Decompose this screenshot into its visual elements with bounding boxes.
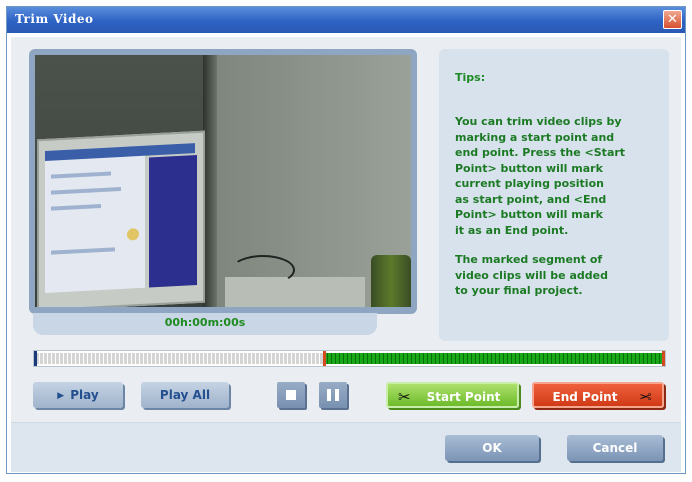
video-preview-frame — [29, 49, 417, 314]
title-bar[interactable]: Trim Video ✕ — [7, 7, 685, 33]
tips-paragraph-2: The marked segment of video clips will b… — [455, 253, 608, 297]
play-all-button[interactable]: Play All — [141, 382, 229, 408]
timeline-end-point-marker[interactable] — [662, 351, 665, 366]
pause-button[interactable] — [319, 382, 347, 408]
scissors-icon: ✂ — [398, 388, 411, 406]
timecode-display: 00h:00m:00s — [164, 316, 246, 329]
start-point-button[interactable]: ✂ Start Point — [386, 382, 519, 408]
video-preview — [35, 55, 411, 307]
timecode-panel: 00h:00m:00s — [33, 313, 377, 335]
timeline-start-handle[interactable] — [34, 351, 37, 366]
pause-icon — [335, 389, 339, 401]
ok-button-label: OK — [482, 441, 502, 455]
dialog-button-bar: OK Cancel — [11, 422, 681, 472]
video-scene-monitor — [37, 130, 205, 307]
play-button[interactable]: ▶ Play — [33, 382, 123, 408]
trim-timeline[interactable] — [33, 350, 666, 367]
trim-video-dialog: Trim Video ✕ 00h:00m:00s Tips: You can t… — [6, 6, 686, 474]
stop-button[interactable] — [277, 382, 305, 408]
start-point-label: Start Point — [426, 390, 501, 404]
close-icon: ✕ — [667, 12, 678, 27]
end-point-label: End Point — [552, 390, 618, 404]
scissors-icon: ✂ — [639, 388, 652, 406]
video-scene-screen-side — [149, 155, 197, 288]
end-point-button[interactable]: End Point ✂ — [532, 382, 664, 408]
play-all-button-label: Play All — [159, 388, 211, 402]
ok-button[interactable]: OK — [445, 435, 539, 461]
tips-title: Tips: — [455, 71, 486, 84]
video-scene-object — [371, 255, 411, 307]
video-scene-cable — [231, 255, 295, 285]
tips-panel: Tips: You can trim video clips by markin… — [439, 49, 669, 341]
close-button[interactable]: ✕ — [663, 10, 682, 29]
video-scene-screen — [45, 145, 145, 293]
video-scene-corner — [203, 55, 217, 307]
pause-icon — [327, 389, 331, 401]
cancel-button[interactable]: Cancel — [567, 435, 663, 461]
play-icon: ▶ — [57, 391, 65, 401]
timeline-selected-segment — [324, 353, 663, 364]
window-title: Trim Video — [15, 12, 94, 26]
timeline-start-point-marker[interactable] — [323, 351, 326, 366]
cancel-button-label: Cancel — [592, 441, 638, 455]
play-button-label: Play — [70, 388, 99, 402]
stop-icon — [286, 390, 296, 400]
dialog-content: 00h:00m:00s Tips: You can trim video cli… — [11, 37, 681, 472]
tips-paragraph-1: You can trim video clips by marking a st… — [455, 115, 626, 237]
